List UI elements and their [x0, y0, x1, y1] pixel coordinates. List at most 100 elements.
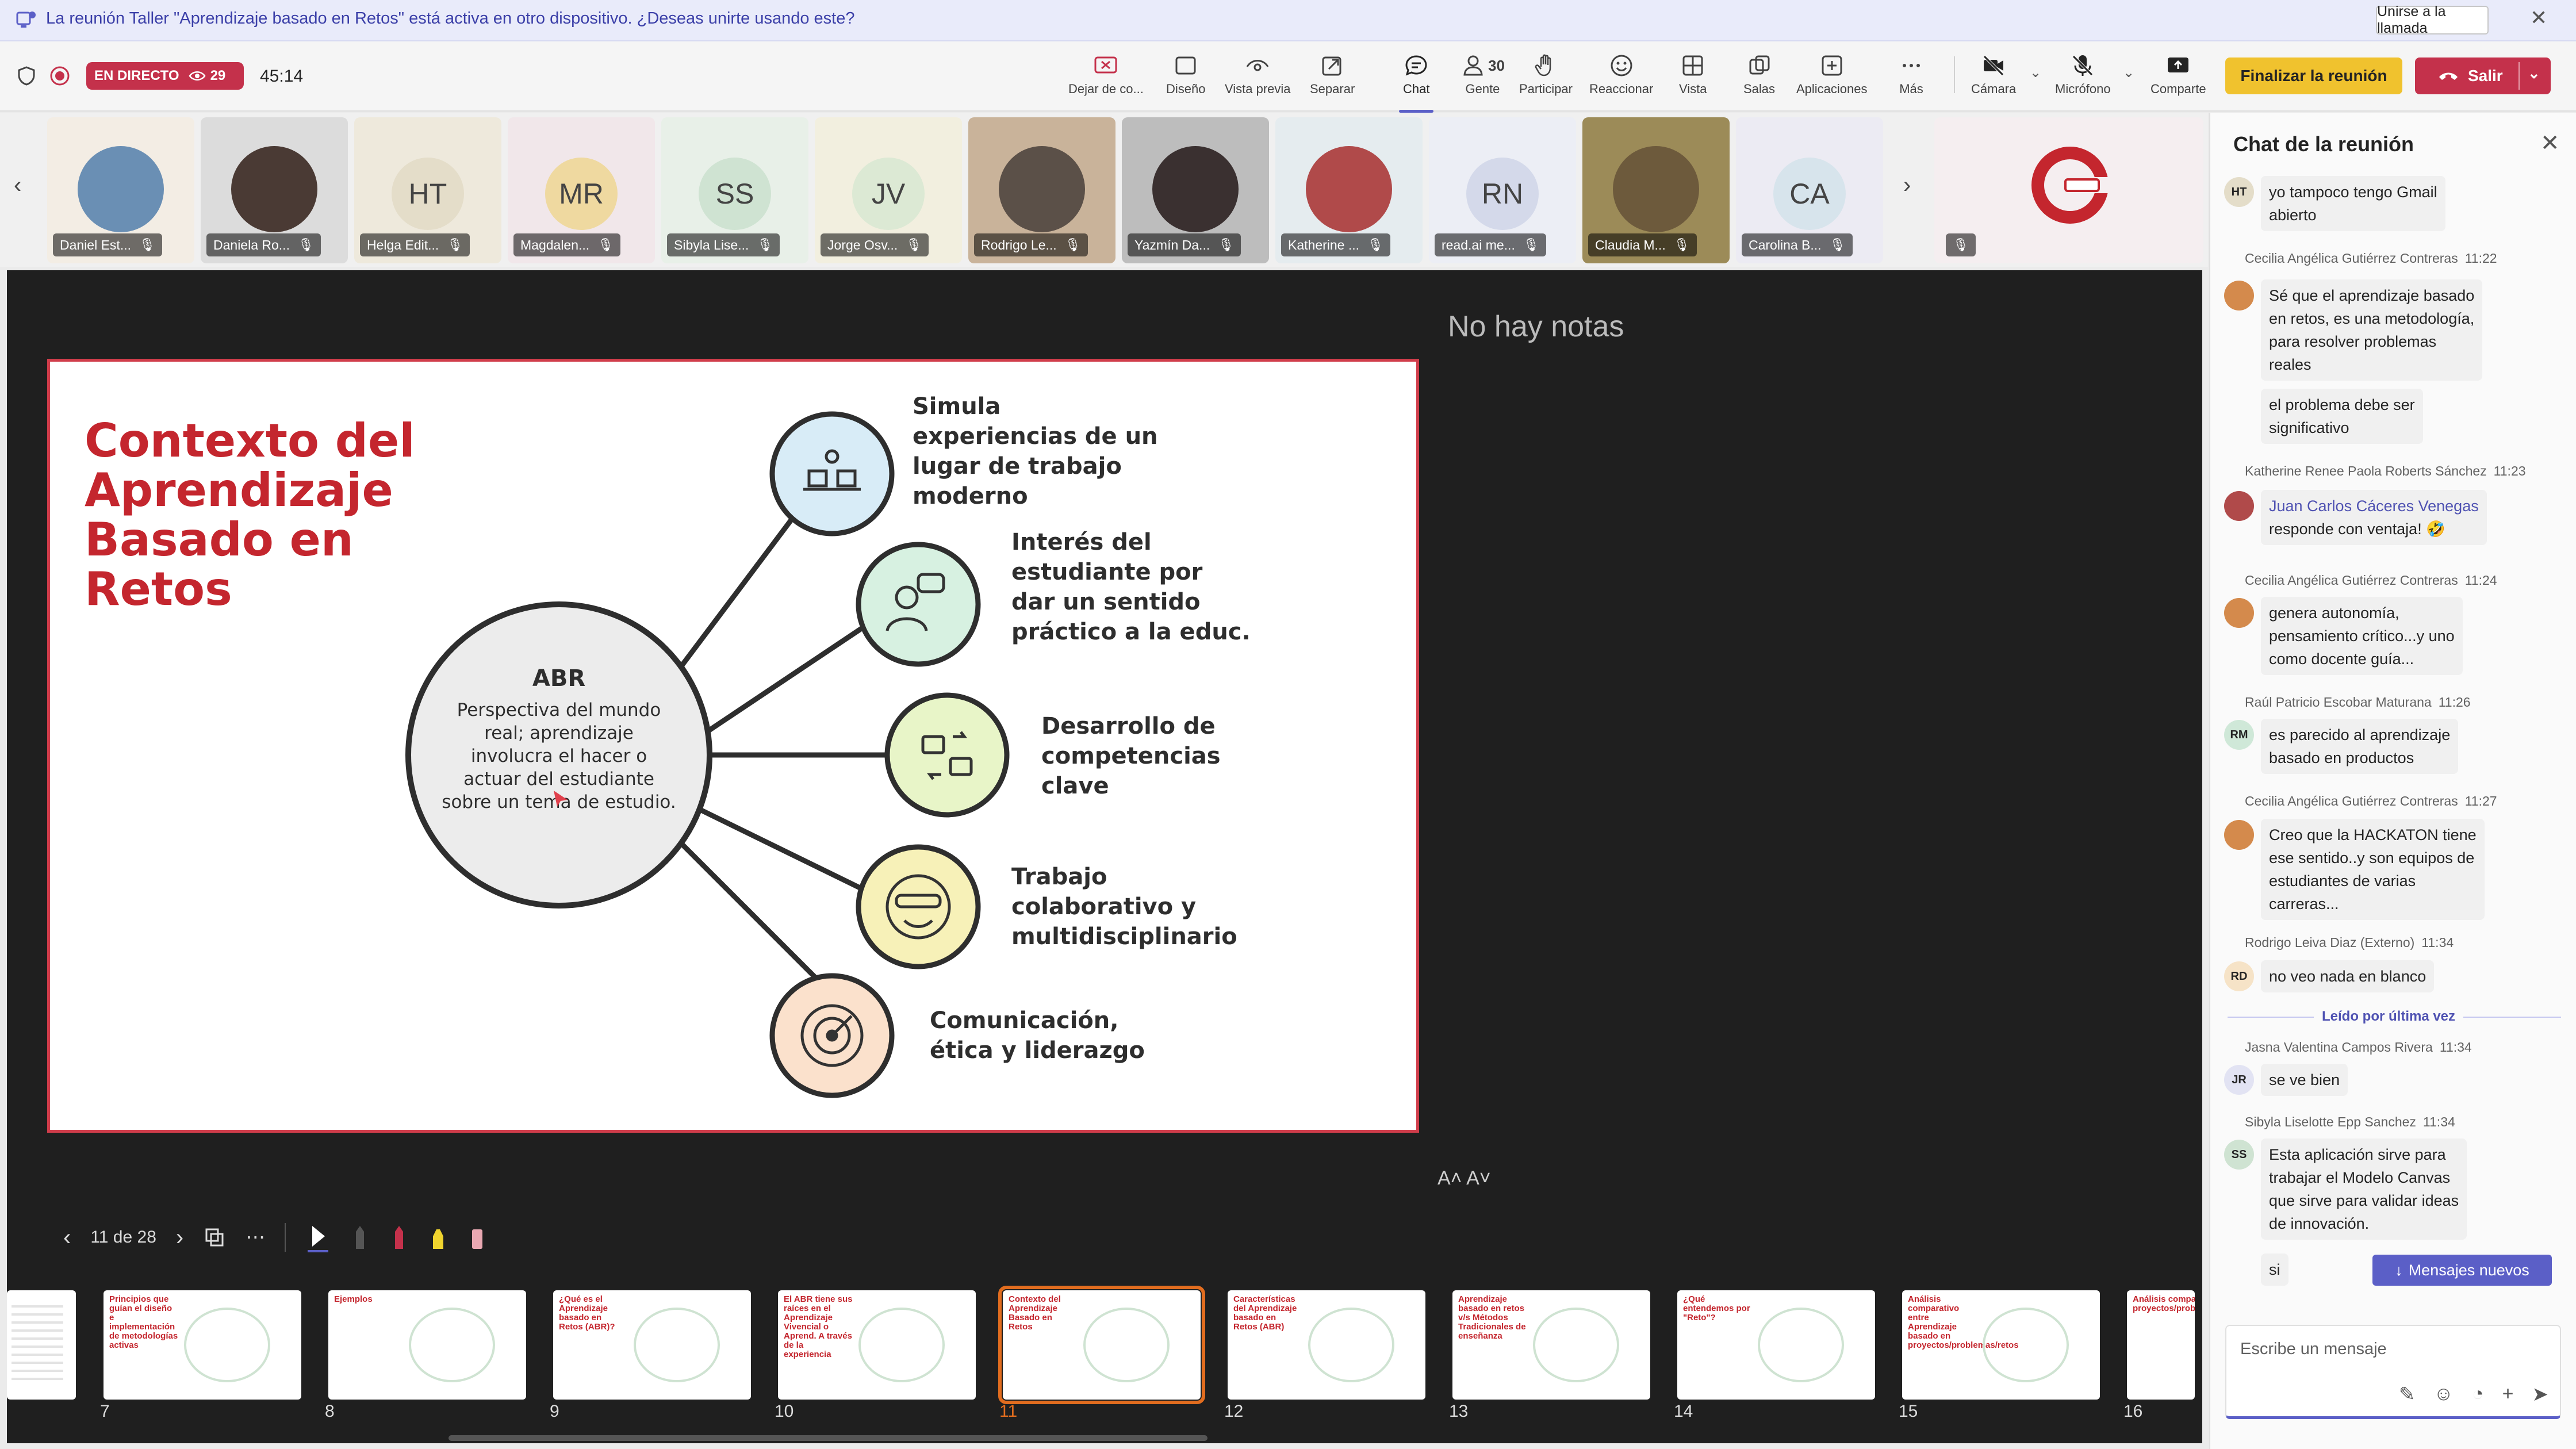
message-bubble[interactable]: no veo nada en blanco [2261, 960, 2435, 992]
rooms-button[interactable]: Salas [1743, 53, 1775, 110]
message-meta: Rodrigo Leiva Diaz (Externo) 11:34 [2245, 935, 2454, 950]
message-bubble[interactable]: si [2261, 1254, 2288, 1286]
content-tile-mic-icon: 🎙 [1946, 233, 1976, 256]
slide-thumbnail[interactable] [7, 1290, 76, 1400]
slide-thumbnail[interactable]: Principios que guían el diseño e impleme… [103, 1290, 301, 1400]
slide-thumbnail[interactable]: Análisis comparativo entre Aprendizaje b… [1902, 1290, 2100, 1400]
participant-tile[interactable]: HT Helga Edit... 🎙 [354, 117, 501, 263]
leave-button[interactable]: Salir ⌄ [2415, 57, 2551, 94]
pointer-tool-icon[interactable] [305, 1221, 331, 1254]
message-bubble[interactable]: genera autonomía, pensamiento crítico...y… [2261, 597, 2463, 675]
slide-thumbnail[interactable]: Aprendizaje basado en retos v/s Métodos … [1452, 1290, 1650, 1400]
more-button[interactable]: Más [1899, 53, 1924, 110]
font-size-controls[interactable]: A˄ A˅ [1438, 1167, 1491, 1190]
apps-button[interactable]: Aplicaciones [1796, 53, 1868, 110]
sender-avatar[interactable] [2224, 598, 2254, 628]
participant-tile[interactable]: RN read.ai me... 🎙 [1429, 117, 1576, 263]
message-line: Esta aplicación sirve para [2269, 1146, 2446, 1163]
thumbnail-scrollbar[interactable] [448, 1435, 1208, 1441]
slide-thumbnail[interactable]: Ejemplos [328, 1290, 526, 1400]
sender-avatar[interactable]: RM [2224, 720, 2254, 750]
slide-thumbnail[interactable]: Características del Aprendizaje basado e… [1228, 1290, 1425, 1400]
mic-options-chevron-icon[interactable]: ⌄ [2123, 64, 2134, 81]
message-bubble[interactable]: Esta aplicación sirve para trabajar el Mo… [2261, 1138, 2467, 1240]
view-button[interactable]: Vista [1679, 53, 1707, 110]
message-bubble[interactable]: yo tampoco tengo Gmail abierto [2261, 176, 2445, 231]
leave-options-chevron-icon[interactable]: ⌄ [2528, 64, 2540, 82]
sender-avatar[interactable] [2224, 491, 2254, 521]
thumbnail-number: 15 [1899, 1402, 1918, 1421]
preview-button[interactable]: Vista previa [1225, 53, 1291, 110]
format-icon[interactable]: ✎ [2399, 1383, 2416, 1406]
message-composer[interactable]: Escribe un mensaje ✎ ☺ ◔ + ➤ [2225, 1325, 2561, 1419]
sender-avatar[interactable]: RD [2224, 961, 2254, 991]
slide-thumbnail[interactable]: Contexto del Aprendizaje Basado en Retos [998, 1286, 1205, 1404]
sender-avatar[interactable] [2224, 820, 2254, 850]
message-line: se ve bien [2269, 1071, 2340, 1088]
pen-red-icon[interactable] [389, 1221, 409, 1254]
attach-plus-icon[interactable]: + [2502, 1383, 2514, 1406]
participant-name: read.ai me... [1442, 237, 1515, 252]
mic-muted-icon: 🎙 [1064, 237, 1081, 252]
sender-avatar[interactable]: SS [2224, 1140, 2254, 1170]
slide-thumbnail[interactable]: Análisis compa proyectos/probl [2127, 1290, 2195, 1400]
people-button[interactable]: 30 Gente [1460, 53, 1505, 110]
camera-options-chevron-icon[interactable]: ⌄ [2030, 64, 2041, 81]
message-bubble[interactable]: el problema debe ser significativo [2261, 389, 2423, 444]
sticker-icon[interactable]: ◔ [2472, 1383, 2484, 1406]
camera-button[interactable]: Cámara [1971, 53, 2016, 110]
mic-button[interactable]: Micrófono [2055, 53, 2111, 110]
mention-link[interactable]: Juan Carlos Cáceres Venegas [2269, 494, 2479, 518]
raise-hand-button[interactable]: Participar [1519, 53, 1573, 110]
layout-button[interactable]: Diseño [1166, 53, 1205, 110]
sender-avatar[interactable]: JR [2224, 1065, 2254, 1095]
participant-tile[interactable]: SS Sibyla Lise... 🎙 [661, 117, 808, 263]
participant-name-tag: Magdalen... 🎙 [513, 233, 621, 256]
participant-tile[interactable]: Claudia M... 🎙 [1582, 117, 1730, 263]
participant-tile[interactable]: CA Carolina B... 🎙 [1736, 117, 1883, 263]
new-messages-button[interactable]: ↓ Mensajes nuevos [2372, 1255, 2552, 1286]
sender-avatar[interactable] [2224, 281, 2254, 310]
emoji-icon[interactable]: ☺ [2433, 1383, 2454, 1406]
message-bubble[interactable]: es parecido al aprendizaje basado en prod… [2261, 719, 2459, 774]
content-share-tile[interactable]: 🎙 [1934, 117, 2203, 263]
highlighter-yellow-icon[interactable] [428, 1221, 448, 1254]
slide-thumbnail[interactable]: ¿Qué es el Aprendizaje basado en Retos (… [553, 1290, 751, 1400]
send-icon[interactable]: ➤ [2532, 1383, 2549, 1406]
slide-thumbnail[interactable]: El ABR tiene sus raíces en el Aprendizaj… [778, 1290, 976, 1400]
participant-tile[interactable]: Katherine ... 🎙 [1275, 117, 1423, 263]
chat-button[interactable]: Chat [1399, 53, 1434, 113]
eraser-icon[interactable] [467, 1221, 487, 1254]
stop-share-icon [1094, 56, 1117, 74]
popout-button[interactable]: Separar [1310, 53, 1355, 110]
message-input[interactable]: Escribe un mensaje [2240, 1340, 2387, 1359]
message-bubble[interactable]: Juan Carlos Cáceres Venegas responde con … [2261, 490, 2487, 545]
next-slide-chevron-icon[interactable]: › [176, 1225, 183, 1251]
participant-tile[interactable]: MR Magdalen... 🎙 [508, 117, 655, 263]
message-bubble[interactable]: Sé que el aprendizaje basado en retos, es… [2261, 279, 2483, 381]
participant-tile[interactable]: JV Jorge Osv... 🎙 [815, 117, 962, 263]
join-call-button[interactable]: Unirse a la llamada [2376, 3, 2489, 36]
banner-close-icon[interactable]: ✕ [2530, 6, 2547, 30]
more-options-icon[interactable]: ⋯ [246, 1226, 265, 1249]
stop-presenting-button[interactable]: Dejar de co... [1068, 53, 1144, 110]
react-button[interactable]: Reaccionar [1589, 53, 1653, 110]
participant-tile[interactable]: Daniela Ro... 🎙 [201, 117, 348, 263]
message-bubble[interactable]: se ve bien [2261, 1064, 2348, 1096]
end-meeting-button[interactable]: Finalizar la reunión [2225, 57, 2402, 94]
participant-tile[interactable]: Yazmín Da... 🎙 [1122, 117, 1269, 263]
pen-gray-icon[interactable] [350, 1221, 370, 1254]
strip-prev-chevron-icon[interactable]: ‹ [14, 172, 21, 198]
chat-close-icon[interactable]: ✕ [2540, 130, 2560, 156]
prev-slide-chevron-icon[interactable]: ‹ [63, 1225, 71, 1251]
message-line: basado en productos [2269, 749, 2414, 766]
shield-icon[interactable] [16, 66, 37, 86]
slide-thumbnail[interactable]: ¿Qué entendemos por "Reto"? [1677, 1290, 1875, 1400]
share-button[interactable]: Comparte [2150, 53, 2206, 110]
participant-tile[interactable]: Daniel Est... 🎙 [47, 117, 194, 263]
grid-slides-icon[interactable] [203, 1226, 226, 1249]
strip-next-chevron-icon[interactable]: › [1903, 172, 1911, 198]
message-bubble[interactable]: Creo que la HACKATON tiene ese sentido..y… [2261, 819, 2485, 920]
participant-tile[interactable]: Rodrigo Le... 🎙 [968, 117, 1116, 263]
sender-avatar[interactable]: HT [2224, 177, 2254, 207]
